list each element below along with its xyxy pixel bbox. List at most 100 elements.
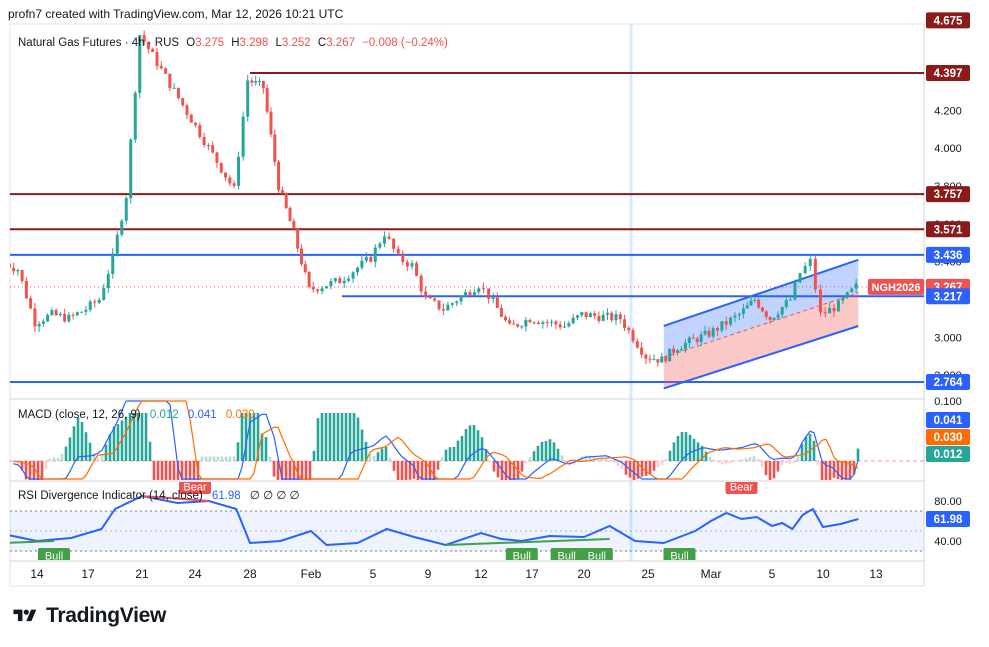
price-axis-tick: 4.200 (934, 105, 962, 117)
macd-histogram-bar (156, 461, 160, 480)
macd-histogram-bar (524, 461, 528, 464)
macd-histogram-bar (536, 445, 540, 461)
candle-body (482, 288, 486, 290)
candle-body (71, 314, 75, 316)
macd-histogram-bar (764, 461, 768, 476)
candle-body (737, 314, 741, 316)
candle-body (854, 283, 858, 289)
macd-histogram-bar (212, 456, 216, 461)
candle-body (269, 111, 273, 135)
ohlc-close: 3.267 (326, 37, 355, 49)
candle-body (503, 316, 507, 321)
macd-legend-macd: 0.041 (188, 409, 217, 421)
macd-histogram-bar (796, 456, 800, 461)
candle-body (550, 321, 553, 323)
macd-histogram-bar (172, 461, 176, 480)
candle-body (459, 296, 463, 302)
macd-histogram-bar (816, 461, 820, 465)
candle-body (676, 350, 680, 353)
candle-body (237, 156, 241, 186)
macd-histogram-bar (456, 440, 460, 461)
macd-histogram-bar (80, 421, 84, 461)
candle-body (356, 267, 359, 273)
macd-histogram-bar (724, 461, 728, 465)
macd-histogram-bar (680, 431, 684, 461)
candle-body (347, 278, 351, 281)
tradingview-brand[interactable]: TradingView (12, 604, 166, 628)
macd-histogram-bar (60, 453, 64, 461)
macd-histogram-bar (384, 446, 388, 461)
candle-body (164, 68, 168, 74)
macd-histogram-bar (520, 461, 524, 472)
candle-body (284, 193, 288, 208)
candle-body (37, 323, 41, 327)
macd-histogram-bar (200, 456, 204, 461)
macd-histogram-bar (48, 458, 52, 461)
macd-histogram-bar (64, 446, 68, 461)
candle-body (206, 145, 210, 147)
candle-body (288, 207, 292, 222)
macd-histogram-bar (380, 448, 384, 461)
candle-body (155, 51, 159, 67)
candle-body (115, 234, 119, 254)
macd-histogram-bar (268, 456, 272, 461)
candle-body (12, 267, 16, 272)
candle-body (724, 321, 728, 325)
candle-body (695, 338, 699, 343)
candle-body (202, 137, 206, 146)
macd-histogram-bar (696, 442, 700, 461)
rsi-axis-tick: 40.00 (934, 536, 962, 548)
candle-body (254, 81, 258, 83)
candle-body (541, 322, 545, 324)
candle-body (176, 87, 180, 99)
candle-body (828, 307, 832, 314)
macd-histogram-bar (400, 461, 404, 480)
candle-body (605, 312, 609, 315)
macd-histogram-bar (440, 457, 444, 461)
macd-histogram-bar (284, 461, 288, 480)
candle-body (691, 337, 695, 339)
macd-histogram-bar (548, 439, 552, 461)
rsi-value-label: 61.98 (934, 514, 963, 526)
candle-body (780, 306, 784, 315)
candle-body (369, 256, 373, 262)
macd-histogram-bar (316, 418, 320, 461)
macd-histogram-bar (208, 456, 212, 461)
candle-body (410, 263, 414, 267)
time-axis-label: 5 (769, 567, 776, 581)
price-chart[interactable]: Bear BearBull Bull Bull Bull Bull 14 17 21 24 28 F… (0, 0, 989, 600)
macd-histogram-bar (756, 459, 760, 461)
ohlc-change: −0.008 (−0.24%) (362, 37, 448, 49)
chart-legend: Natural Gas Futures · 4h · RUS O3.275 H3… (18, 37, 448, 49)
candle-body (215, 152, 219, 163)
macd-legend-hist: 0.012 (150, 409, 179, 421)
time-axis-label: 25 (641, 567, 655, 581)
macd-histogram-bar (748, 456, 752, 461)
macd-histogram-bar (676, 435, 680, 461)
macd-histogram-bar (544, 441, 548, 461)
macd-histogram-bar (504, 461, 508, 480)
candle-body (10, 263, 11, 268)
candle-body (20, 270, 24, 281)
candle-body (292, 221, 296, 229)
macd-histogram-bar (776, 461, 780, 472)
macd-histogram-bar (148, 441, 152, 461)
macd-legend: MACD (close, 12, 26, 9) 0.012 0.041 0.03… (18, 409, 255, 421)
candle-body (58, 313, 62, 316)
macd-histogram-bar (584, 455, 588, 461)
candle-body (841, 297, 845, 301)
candle-body (468, 292, 472, 296)
macd-histogram-bar (376, 452, 380, 461)
candle-body (373, 247, 377, 262)
macd-histogram-bar (528, 457, 532, 461)
macd-histogram-bar (464, 429, 468, 461)
candle-body (487, 288, 491, 299)
brand-name: TradingView (46, 604, 167, 627)
macd-histogram-bar (416, 461, 420, 480)
candle-body (387, 236, 391, 239)
candle-body (342, 280, 346, 284)
candle-body (524, 320, 528, 327)
candle-body (672, 348, 676, 353)
candle-body (537, 322, 540, 324)
macd-histogram-bar (540, 441, 544, 461)
